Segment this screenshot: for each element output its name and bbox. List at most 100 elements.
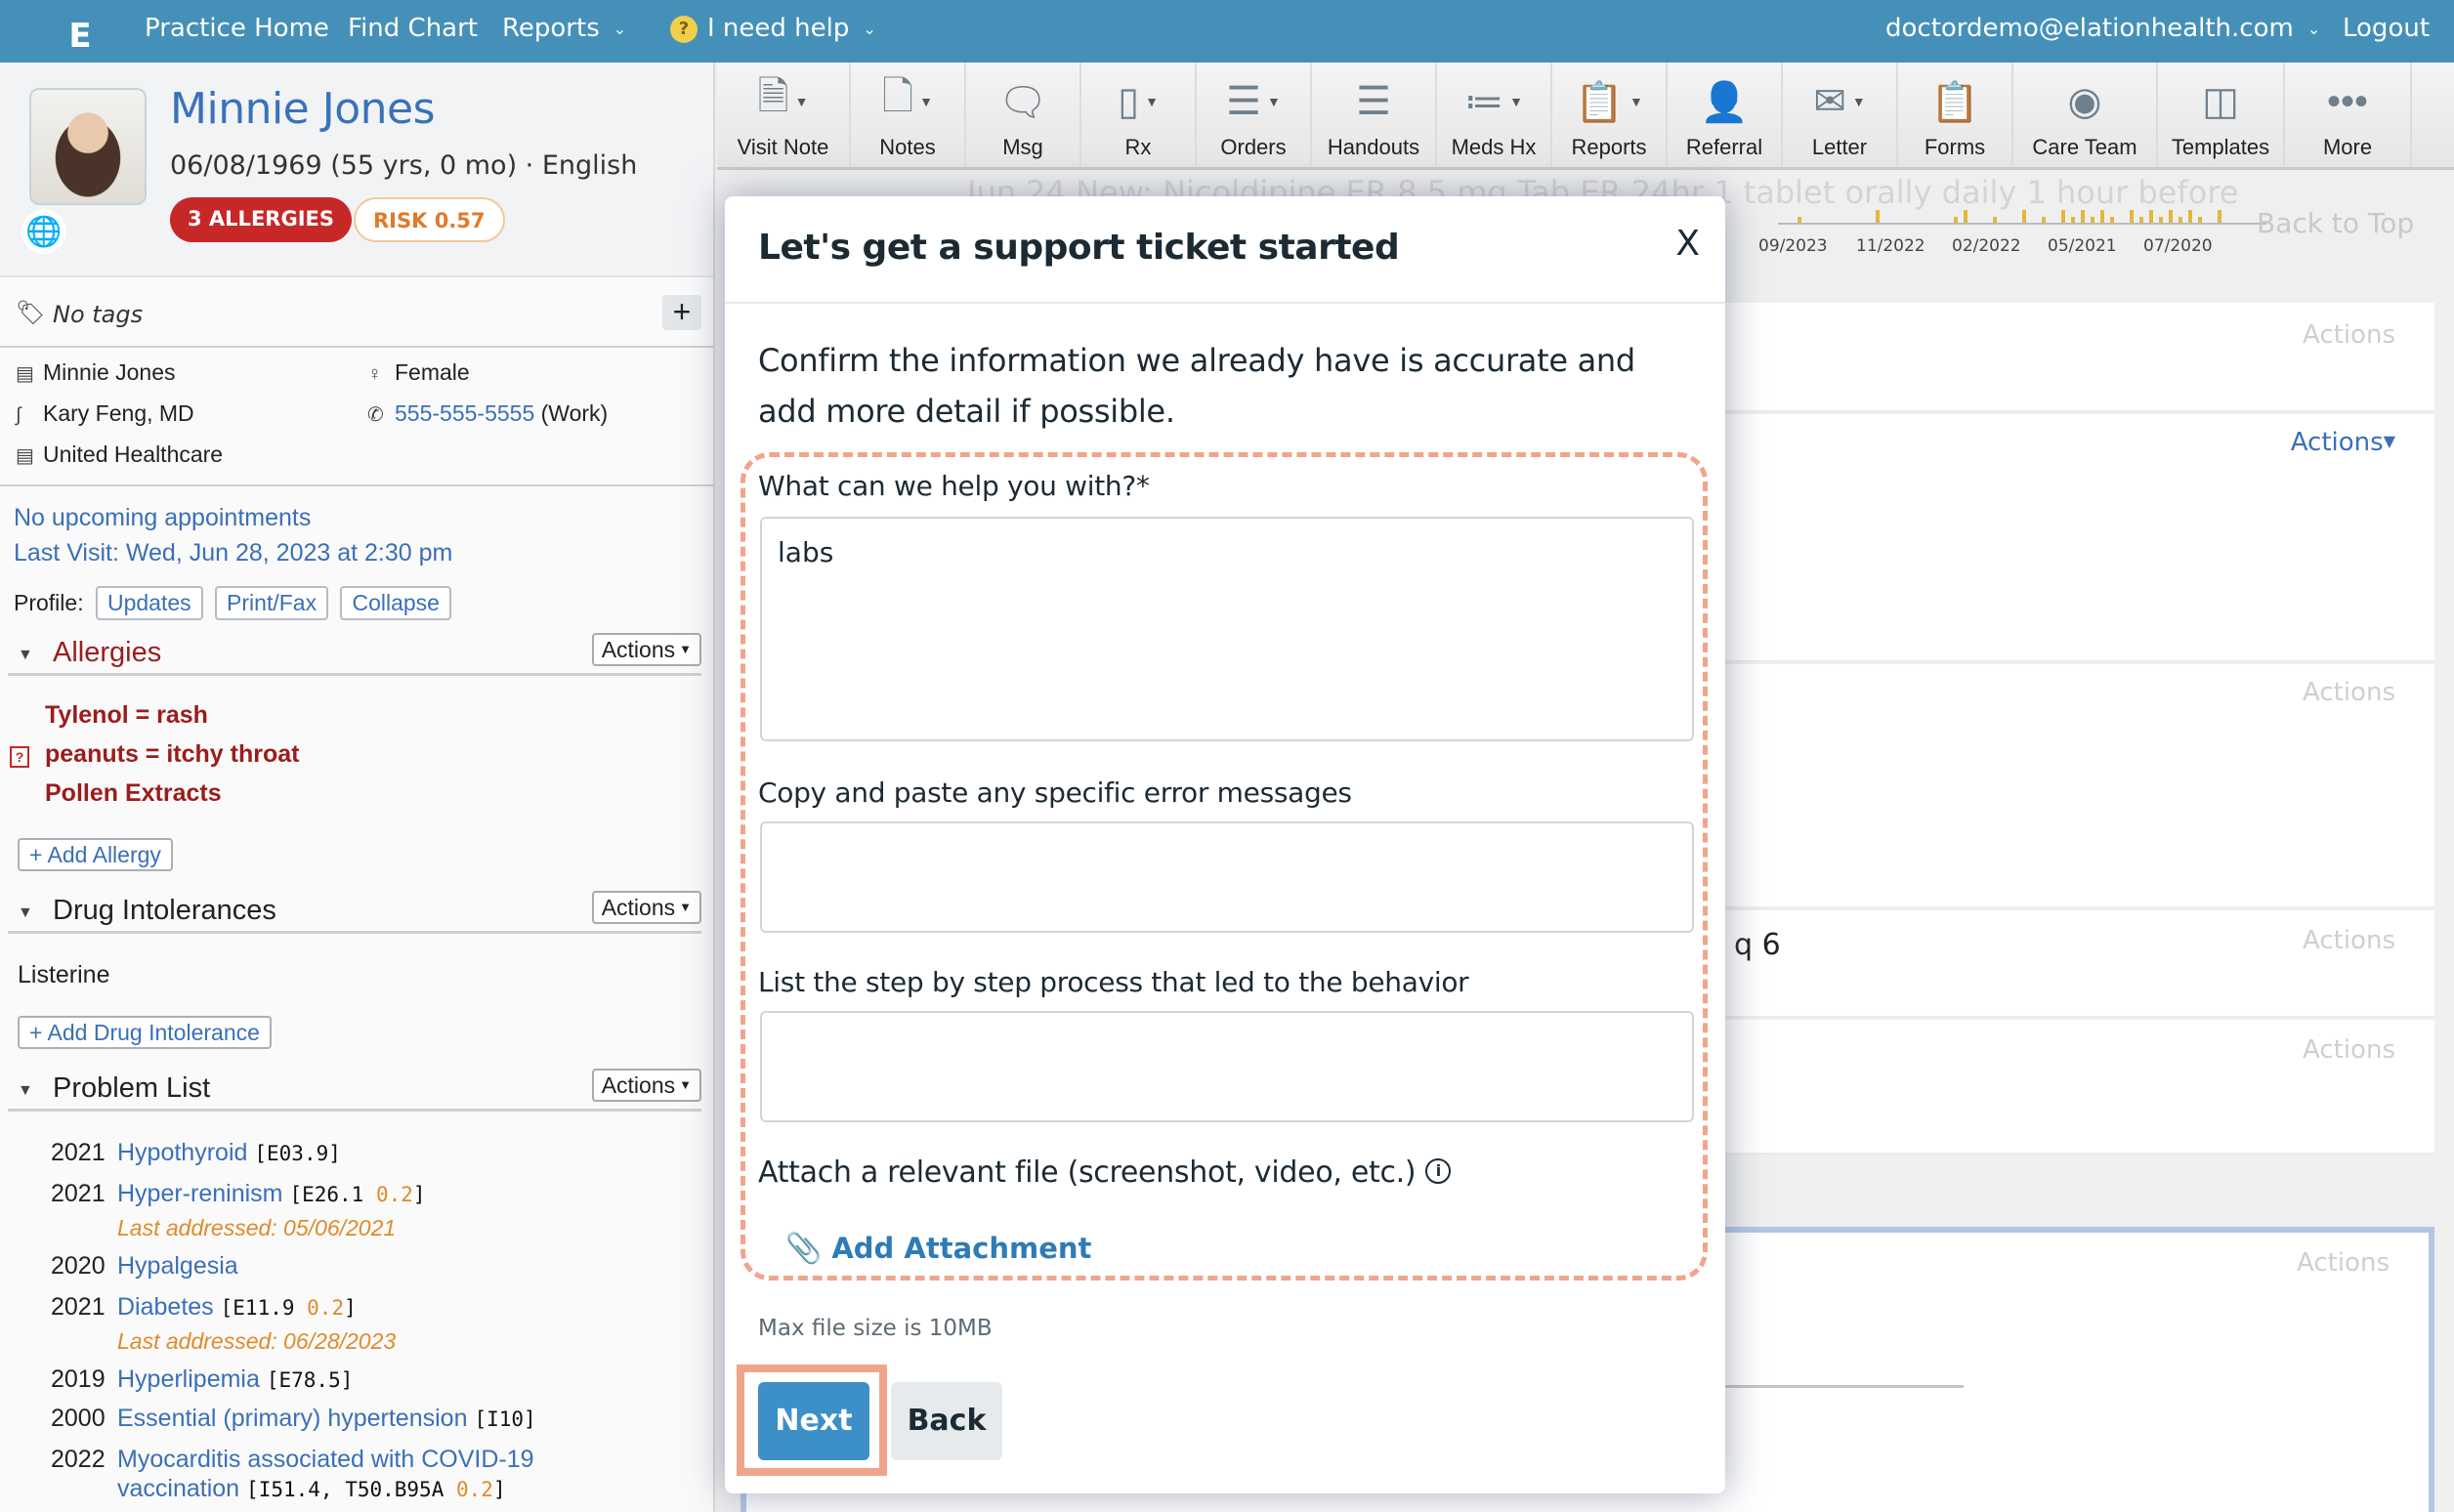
last-visit[interactable]: Last Visit: Wed, Jun 28, 2023 at 2:30 pm — [14, 539, 452, 567]
toolbar-more[interactable]: ••• More — [2285, 63, 2412, 166]
timeline-activity-bar — [2149, 210, 2153, 223]
timeline-activity-bar — [2091, 217, 2094, 223]
problem-list-actions-button[interactable]: Actions ▼ — [591, 1069, 701, 1102]
back-to-top-link[interactable]: Back to Top — [2257, 207, 2414, 239]
profile-print-fax-button[interactable]: Print/Fax — [215, 586, 329, 620]
allergy-item[interactable]: Tylenol = rash — [45, 701, 208, 730]
forms-icon: 📋 — [1930, 80, 1979, 124]
care-team-icon: ◉ — [2067, 80, 2102, 123]
card-actions-link[interactable]: Actions — [2303, 678, 2395, 707]
problem-name[interactable]: Myocarditis associated with COVID-19 — [117, 1446, 534, 1473]
timeline-activity-bar — [1993, 217, 1997, 223]
steps-input[interactable] — [760, 1011, 1694, 1122]
toolbar-orders[interactable]: ☰ ▼ Orders — [1197, 63, 1312, 166]
modal-title: Let's get a support ticket started — [758, 228, 1400, 268]
back-button[interactable]: Back — [891, 1382, 1002, 1460]
patient-name[interactable]: Minnie Jones — [170, 84, 436, 134]
problem-item[interactable]: 2021 Hypothyroid [E03.9] — [51, 1139, 341, 1167]
risk-badge[interactable]: RISK 0.57 — [354, 197, 505, 242]
toolbar-notes[interactable]: 🗋 ▼ Notes — [851, 63, 966, 166]
problem-item[interactable]: 2022 Myocarditis associated with COVID-19 — [51, 1446, 534, 1474]
problem-item[interactable]: 2021 Diabetes [E11.9 0.2] — [51, 1293, 357, 1322]
drug-intolerances-actions-button[interactable]: Actions ▼ — [591, 891, 701, 924]
drug-intolerance-item[interactable]: Listerine — [18, 961, 110, 989]
elation-logo[interactable]: E — [49, 0, 111, 72]
next-button[interactable]: Next — [758, 1382, 869, 1460]
problem-year: 2021 — [51, 1139, 106, 1166]
card-actions-link[interactable]: Actions — [2303, 926, 2395, 955]
toolbar-reports[interactable]: 📋 ▼ Reports — [1552, 63, 1668, 166]
toolbar-rx[interactable]: ▯ ▼ Rx — [1081, 63, 1197, 166]
problem-name[interactable]: Essential (primary) hypertension — [117, 1405, 467, 1432]
attach-file-text: Attach a relevant file (screenshot, vide… — [758, 1155, 1417, 1190]
timeline-tick: 07/2020 — [2143, 236, 2213, 256]
orders-icon: ☰ ▼ — [1226, 80, 1281, 123]
toolbar-label: Msg — [1002, 135, 1043, 159]
logout-link[interactable]: Logout — [2343, 14, 2430, 43]
add-attachment-link[interactable]: 📎 Add Attachment — [785, 1232, 1091, 1266]
allergies-actions-button[interactable]: Actions ▼ — [591, 633, 701, 666]
add-drug-intolerance-button[interactable]: + Add Drug Intolerance — [18, 1016, 272, 1049]
profile-collapse-button[interactable]: Collapse — [340, 586, 451, 620]
toolbar-referral[interactable]: 👤 Referral — [1668, 63, 1783, 166]
add-allergy-button[interactable]: + Add Allergy — [18, 838, 173, 871]
nav-practice-home[interactable]: Practice Home — [145, 14, 329, 43]
allergy-item[interactable]: Pollen Extracts — [45, 779, 222, 808]
nav-help-label: I need help — [707, 14, 850, 43]
toolbar-handouts[interactable]: ☰ Handouts — [1312, 63, 1437, 166]
patient-phone[interactable]: 555-555-5555 — [395, 400, 534, 426]
toolbar-forms[interactable]: 📋 Forms — [1898, 63, 2013, 166]
toolbar-care-team[interactable]: ◉ Care Team — [2013, 63, 2158, 166]
problem-name[interactable]: Hypalgesia — [117, 1252, 238, 1280]
modal-header: Let's get a support ticket started X — [725, 196, 1725, 304]
insurance-row: ▤ United Healthcare — [16, 441, 223, 468]
problem-item-continued[interactable]: vaccination [I51.4, T50.B95A 0.2] — [117, 1475, 506, 1503]
collapse-caret-icon[interactable]: ▼ — [18, 1082, 33, 1100]
severity-score: 0.2 — [375, 1183, 413, 1206]
problem-name[interactable]: Hypothyroid — [117, 1139, 247, 1166]
problem-item[interactable]: 2021 Hyper-reninism [E26.1 0.2] — [51, 1180, 426, 1208]
problem-code: [E03.9] — [254, 1142, 341, 1165]
add-tag-button[interactable]: + — [662, 295, 701, 330]
nav-reports[interactable]: Reports ⌄ — [502, 14, 626, 43]
timeline-axis — [1778, 223, 2266, 225]
nav-help[interactable]: ? I need help ⌄ — [670, 14, 876, 43]
problem-name[interactable]: Hyperlipemia — [117, 1365, 260, 1393]
problem-name[interactable]: vaccination — [117, 1475, 239, 1502]
globe-icon[interactable]: 🌐 — [21, 209, 66, 254]
toolbar-msg[interactable]: 🗨 Msg — [966, 63, 1081, 166]
problem-item[interactable]: 2020 Hypalgesia — [51, 1252, 238, 1281]
timeline-tick: 09/2023 — [1758, 236, 1828, 256]
card-actions-link[interactable]: Actions — [2303, 320, 2395, 350]
problem-item[interactable]: 2019 Hyperlipemia [E78.5] — [51, 1365, 353, 1394]
user-menu[interactable]: doctordemo@elationhealth.com ⌄ — [1885, 14, 2320, 43]
allergy-badge[interactable]: 3 ALLERGIES — [170, 197, 352, 242]
close-icon[interactable]: X — [1675, 224, 1700, 264]
support-ticket-modal: Let's get a support ticket started X Con… — [725, 196, 1725, 1493]
card-actions-link[interactable]: Actions — [2297, 1248, 2390, 1278]
nav-find-chart[interactable]: Find Chart — [348, 14, 478, 43]
problem-item[interactable]: 2000 Essential (primary) hypertension [I1… — [51, 1405, 536, 1433]
patient-fullname: Minnie Jones — [43, 359, 176, 385]
info-icon[interactable]: i — [1425, 1158, 1452, 1184]
card-actions-link[interactable]: Actions — [2303, 1035, 2395, 1065]
upcoming-appointments[interactable]: No upcoming appointments — [14, 504, 311, 532]
problem-name[interactable]: Hyper-reninism — [117, 1180, 282, 1207]
collapse-caret-icon[interactable]: ▼ — [18, 647, 33, 664]
collapse-caret-icon[interactable]: ▼ — [18, 904, 33, 922]
problem-year: 2019 — [51, 1365, 106, 1393]
insurance-card-icon: ▤ — [16, 445, 34, 467]
card-actions-dropdown[interactable]: Actions▼ — [2291, 428, 2395, 457]
referral-icon: 👤 — [1700, 80, 1749, 124]
problem-name[interactable]: Diabetes — [117, 1293, 214, 1321]
error-messages-input[interactable] — [760, 821, 1694, 933]
timeline-activity-bar — [1798, 217, 1801, 223]
paperclip-icon: 📎 — [785, 1232, 823, 1266]
toolbar-letter[interactable]: ✉ ▼ Letter — [1783, 63, 1898, 166]
toolbar-meds-hx[interactable]: ≔ ▼ Meds Hx — [1437, 63, 1552, 166]
toolbar-templates[interactable]: ◫ Templates — [2158, 63, 2285, 166]
profile-updates-button[interactable]: Updates — [95, 586, 203, 620]
toolbar-visit-note[interactable]: 🗎 ▼ Visit Note — [717, 63, 851, 166]
help-topic-input[interactable]: labs — [760, 517, 1694, 741]
allergy-item[interactable]: peanuts = itchy throat — [45, 740, 299, 769]
